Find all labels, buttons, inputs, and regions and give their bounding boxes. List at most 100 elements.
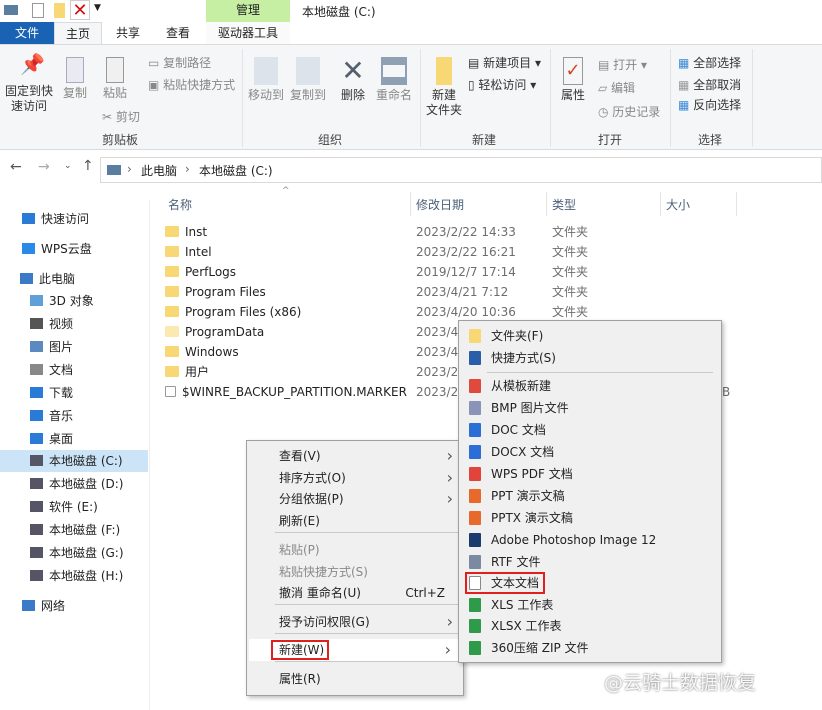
tab-file[interactable]: 文件 (0, 22, 54, 44)
customize-quick-access-icon[interactable]: ▼ (94, 3, 101, 13)
sidebar-item[interactable]: 下载 (0, 382, 148, 404)
file-row[interactable]: Program Files (x86) 2023/4/20 10:36 文件夹 (165, 302, 735, 322)
column-type[interactable]: 类型 (552, 196, 576, 213)
submenu-item[interactable]: Adobe Photoshop Image 12 (459, 529, 721, 551)
submenu-item[interactable]: XLS 工作表 (459, 594, 721, 616)
context-menu-item[interactable]: 粘贴(P) (247, 539, 463, 561)
tab-drive-tools[interactable]: 驱动器工具 (206, 22, 290, 44)
cut-button[interactable]: ✂ 剪切 (102, 108, 140, 125)
copy-path-button[interactable]: ▭ 复制路径 (148, 54, 211, 71)
pin-quick-access-button[interactable]: 📌 固定到快 速访问 (4, 54, 54, 114)
sidebar-item[interactable]: 快速访问 (0, 208, 148, 230)
submenu-item[interactable]: DOC 文档 (459, 419, 721, 441)
submenu-item[interactable]: PPT 演示文稿 (459, 485, 721, 507)
manage-context-tab[interactable]: 管理 (206, 0, 290, 22)
back-icon[interactable]: ← (10, 159, 22, 175)
sidebar-item[interactable]: 本地磁盘 (D:) (0, 473, 148, 495)
copy-to-button[interactable]: 复制到 (288, 57, 328, 103)
file-row[interactable]: PerfLogs 2019/12/7 17:14 文件夹 (165, 262, 735, 282)
context-menu-item[interactable]: 查看(V) › (247, 445, 463, 467)
folder-icon (165, 346, 179, 357)
column-divider[interactable] (410, 192, 411, 216)
sidebar-item[interactable]: 本地磁盘 (H:) (0, 565, 148, 587)
chevron-right-icon: › (446, 446, 453, 465)
up-icon[interactable]: ↑ (82, 158, 94, 174)
column-divider[interactable] (660, 192, 661, 216)
sidebar-item[interactable]: 音乐 (0, 405, 148, 427)
context-menu-item[interactable]: 粘贴快捷方式(S) (247, 561, 463, 583)
sidebar-item-label: 软件 (E:) (49, 500, 98, 514)
column-size[interactable]: 大小 (666, 196, 690, 213)
context-menu-item[interactable]: 刷新(E) (247, 510, 463, 532)
context-menu-item[interactable]: 排序方式(O) › (247, 467, 463, 489)
tab-view[interactable]: 查看 (154, 22, 202, 44)
history-button[interactable]: ◷ 历史记录 (598, 103, 660, 120)
submenu-item[interactable]: WPS PDF 文档 (459, 463, 721, 485)
submenu-item[interactable]: 360压缩 ZIP 文件 (459, 637, 721, 659)
sidebar-item[interactable]: 本地磁盘 (F:) (0, 519, 148, 541)
tab-share[interactable]: 共享 (104, 22, 152, 44)
select-all-button[interactable]: ▦ 全部选择 (678, 54, 741, 71)
context-menu-item[interactable]: 属性(R) (247, 668, 463, 690)
rename-button[interactable]: 重命名 (374, 57, 414, 103)
paste-shortcut-button[interactable]: ▣ 粘贴快捷方式 (148, 76, 235, 93)
submenu-item[interactable]: DOCX 文档 (459, 441, 721, 463)
breadcrumb-this-pc[interactable]: 此电脑 (141, 162, 177, 179)
context-menu-item[interactable]: 撤消 重命名(U) Ctrl+Z (247, 582, 463, 604)
file-size: B (722, 385, 731, 399)
submenu-item[interactable]: XLSX 工作表 (459, 615, 721, 637)
context-menu-item[interactable]: 新建(W) › (249, 639, 461, 661)
file-row[interactable]: Program Files 2023/4/21 7:12 文件夹 (165, 282, 735, 302)
submenu-item[interactable]: 从模板新建 (459, 375, 721, 397)
submenu-item[interactable]: BMP 图片文件 (459, 397, 721, 419)
properties-check-icon: ✓ (563, 57, 583, 85)
column-divider[interactable] (546, 192, 547, 216)
invert-selection-button[interactable]: ▦ 反向选择 (678, 96, 741, 113)
select-none-button[interactable]: ▦ 全部取消 (678, 76, 741, 93)
submenu-item[interactable]: RTF 文件 (459, 551, 721, 573)
sidebar-item[interactable]: 本地磁盘 (G:) (0, 542, 148, 564)
column-divider[interactable] (736, 192, 737, 216)
edit-button[interactable]: ▱ 编辑 (598, 79, 635, 96)
properties-quick-icon[interactable] (32, 3, 44, 18)
sidebar-item[interactable]: 视频 (0, 313, 148, 335)
new-folder-button[interactable]: 新建 文件夹 (424, 57, 464, 118)
sort-up-icon: ^ (282, 186, 290, 196)
copy-button[interactable]: 复制 (60, 57, 90, 101)
column-date[interactable]: 修改日期 (416, 196, 464, 213)
paste-button[interactable]: 粘贴 (100, 57, 130, 101)
submenu-item[interactable]: PPTX 演示文稿 (459, 507, 721, 529)
delete-button[interactable]: ✕ 删除 (336, 57, 370, 103)
sidebar-item[interactable]: 网络 (0, 595, 148, 617)
properties-button[interactable]: ✓ 属性 (556, 57, 590, 103)
sidebar-item[interactable]: 此电脑 (0, 268, 148, 290)
sidebar-item[interactable]: 3D 对象 (0, 290, 148, 312)
address-bar[interactable]: › 此电脑 › 本地磁盘 (C:) (100, 157, 822, 183)
chevron-right-icon: › (185, 162, 190, 176)
tab-home[interactable]: 主页 (54, 22, 102, 45)
column-name[interactable]: 名称 (168, 196, 192, 213)
recent-locations-icon[interactable]: ⌄ (64, 161, 72, 171)
new-folder-quick-icon[interactable] (54, 3, 65, 18)
submenu-item[interactable]: 文件夹(F) (459, 325, 721, 347)
submenu-item[interactable]: 快捷方式(S) (459, 347, 721, 369)
delete-quick-icon[interactable]: ✕ (70, 0, 90, 21)
delete-icon: ✕ (341, 54, 365, 87)
sidebar-item[interactable]: 桌面 (0, 428, 148, 450)
open-button[interactable]: ▤ 打开 ▾ (598, 56, 647, 73)
file-row[interactable]: Inst 2023/2/22 14:33 文件夹 (165, 222, 735, 242)
move-to-button[interactable]: 移动到 (246, 57, 286, 103)
file-row[interactable]: Intel 2023/2/22 16:21 文件夹 (165, 242, 735, 262)
forward-icon[interactable]: → (38, 159, 50, 175)
new-item-button[interactable]: ▤ 新建项目 ▾ (468, 54, 541, 71)
breadcrumb-drive[interactable]: 本地磁盘 (C:) (199, 162, 273, 179)
submenu-item[interactable]: 文本文档 (459, 572, 721, 594)
sidebar-item[interactable]: 图片 (0, 336, 148, 358)
easy-access-button[interactable]: ▯ 轻松访问 ▾ (468, 76, 536, 93)
sidebar-item[interactable]: 本地磁盘 (C:) (0, 450, 148, 472)
sidebar-item[interactable]: 文档 (0, 359, 148, 381)
sidebar-item[interactable]: 软件 (E:) (0, 496, 148, 518)
context-menu-item[interactable]: 分组依据(P) › (247, 488, 463, 510)
sidebar-item[interactable]: WPS云盘 (0, 238, 148, 260)
context-menu-item[interactable]: 授予访问权限(G) › (247, 611, 463, 633)
